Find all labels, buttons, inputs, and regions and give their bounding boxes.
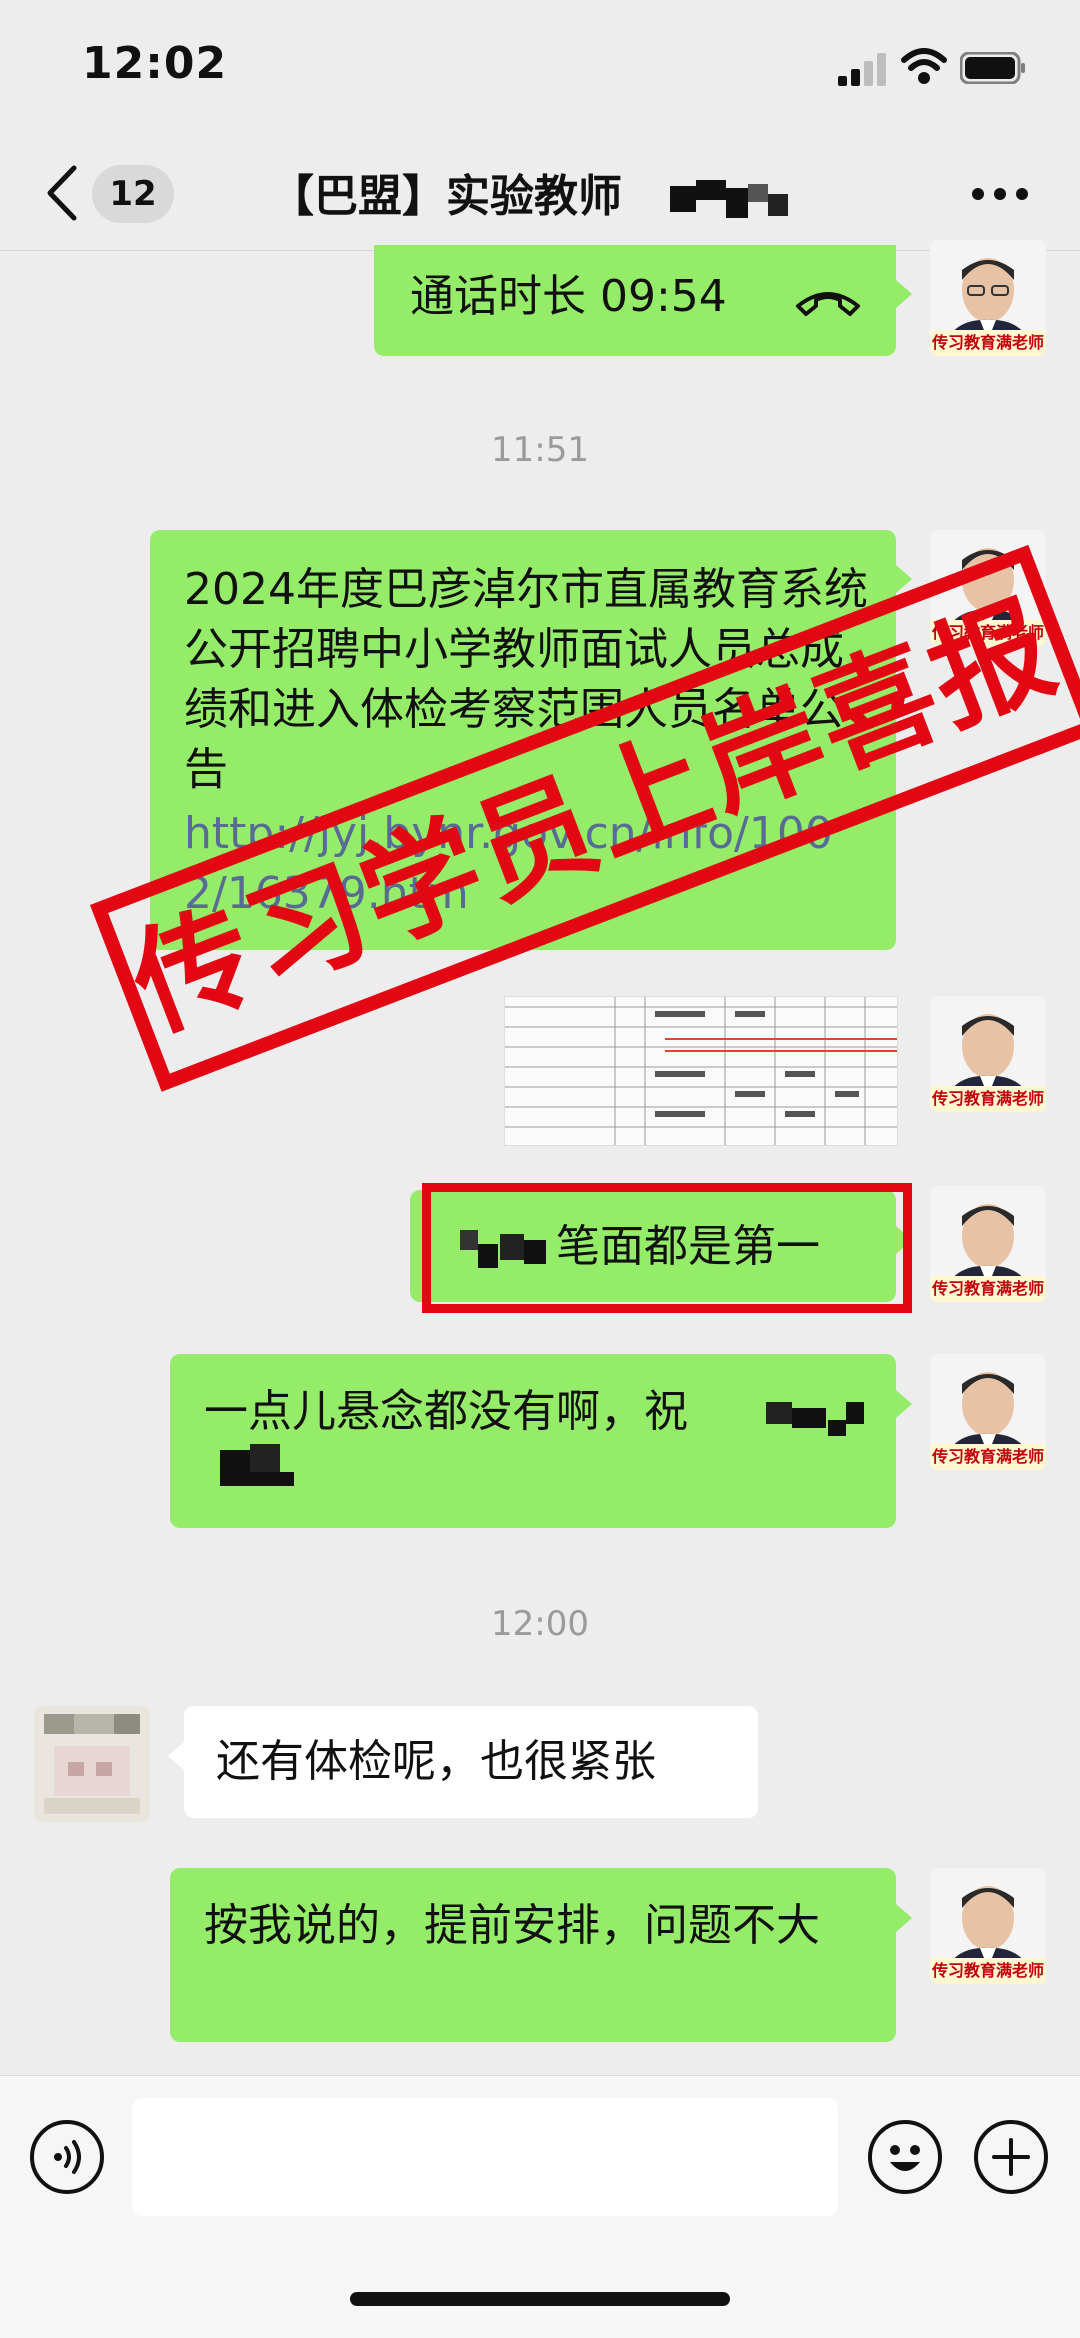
avatar-other[interactable] — [34, 1706, 150, 1822]
chat-title: 【巴盟】实验教师 — [270, 171, 622, 222]
blurred-avatar-icon — [34, 1706, 150, 1822]
other-message-text: 还有体检呢，也很紧张 — [216, 1736, 656, 1787]
timestamp: 12:00 — [491, 1604, 589, 1644]
chevron-left-icon[interactable] — [44, 164, 80, 222]
reply-text: 按我说的，提前安排，问题不大 — [204, 1900, 820, 1951]
wifi-icon — [901, 48, 947, 84]
redacted-mosaic — [220, 1444, 294, 1486]
more-icon[interactable] — [970, 186, 1030, 202]
unread-count-badge[interactable]: 12 — [92, 165, 174, 223]
battery-icon — [960, 52, 1025, 84]
call-duration-text: 通话时长 09:54 — [410, 271, 727, 322]
redacted-mosaic — [670, 180, 788, 218]
voice-icon[interactable] — [30, 2120, 104, 2194]
home-indicator — [350, 2292, 730, 2306]
emoji-icon[interactable] — [868, 2120, 942, 2194]
message-input[interactable] — [132, 2098, 838, 2216]
table-thumbnail — [505, 997, 897, 1145]
status-time: 12:02 — [82, 38, 228, 89]
avatar[interactable]: 传习教育满老师 — [930, 1354, 1046, 1470]
plus-icon[interactable] — [974, 2120, 1048, 2194]
redacted-mosaic — [766, 1402, 864, 1436]
score-table-image[interactable] — [504, 996, 898, 1146]
avatar[interactable]: 传习教育满老师 — [930, 996, 1046, 1112]
phone-hangup-icon — [796, 292, 860, 316]
timestamp: 11:51 — [491, 430, 589, 470]
highlight-box — [422, 1183, 912, 1313]
cellular-signal-icon — [838, 53, 886, 86]
avatar[interactable]: 传习教育满老师 — [930, 1868, 1046, 1984]
avatar-label: 传习教育满老师 — [930, 330, 1046, 356]
avatar[interactable]: 传习教育满老师 — [930, 1186, 1046, 1302]
avatar[interactable]: 传习教育满老师 — [930, 240, 1046, 356]
reply-text: 一点儿悬念都没有啊，祝 — [204, 1386, 688, 1437]
